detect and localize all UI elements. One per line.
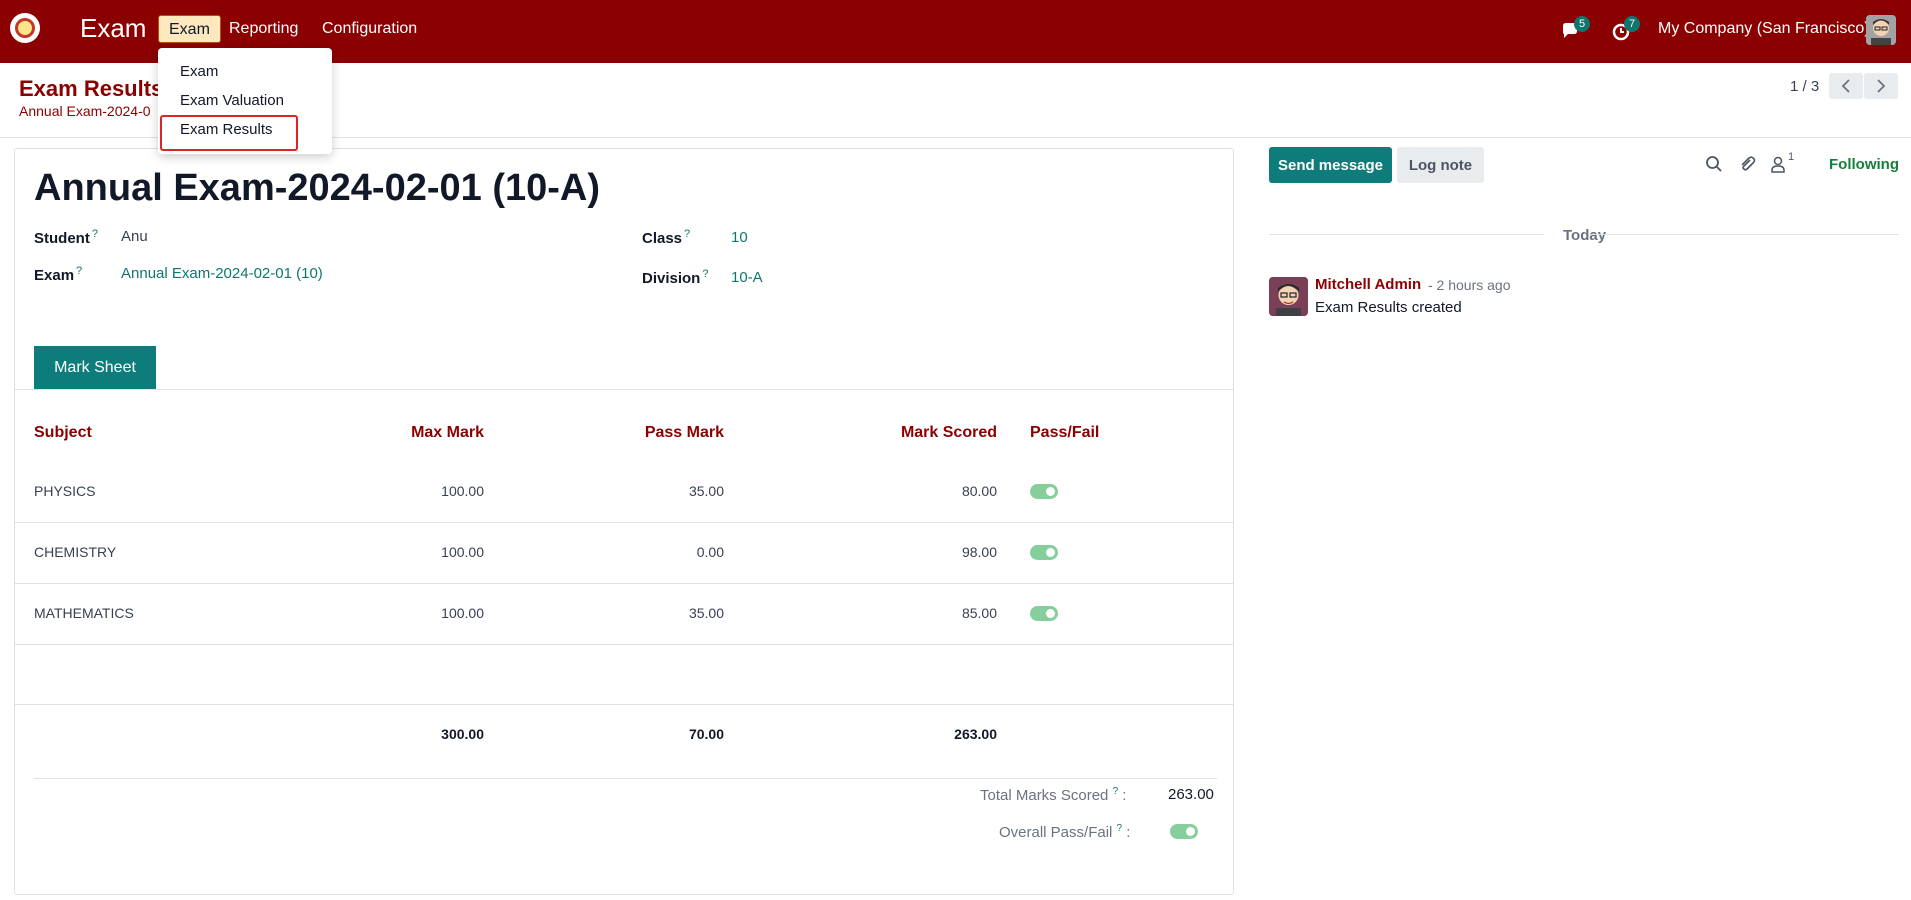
app-logo-icon[interactable] — [10, 13, 40, 43]
message-author[interactable]: Mitchell Admin — [1315, 276, 1421, 293]
menu-exam[interactable]: Exam — [158, 15, 221, 43]
row-divider — [15, 644, 1233, 645]
help-icon[interactable]: ? — [1117, 823, 1123, 834]
record-title: Annual Exam-2024-02-01 (10-A) — [34, 167, 600, 209]
date-separator: Today — [1563, 227, 1607, 244]
form-sheet: Annual Exam-2024-02-01 (10-A) Student? A… — [14, 148, 1234, 895]
row-divider — [15, 522, 1233, 523]
paperclip-icon[interactable] — [1738, 155, 1758, 175]
total-pass-mark: 70.00 — [688, 726, 724, 742]
message-time: - 2 hours ago — [1428, 277, 1511, 293]
chevron-left-icon — [1841, 79, 1850, 93]
messages-icon[interactable]: 5 — [1560, 16, 1590, 44]
column-header-subject[interactable]: Subject — [34, 424, 92, 442]
table-row-subject[interactable]: PHYSICS — [34, 483, 95, 499]
exam-menu-dropdown: Exam Exam Valuation Exam Results — [158, 48, 332, 154]
dropdown-item-exam-results[interactable]: Exam Results — [180, 121, 273, 138]
log-note-button[interactable]: Log note — [1397, 147, 1484, 183]
menu-reporting[interactable]: Reporting — [219, 15, 308, 43]
help-icon[interactable]: ? — [1113, 786, 1119, 797]
table-row-max-mark[interactable]: 100.00 — [312, 544, 484, 560]
pager-next-button[interactable] — [1864, 73, 1898, 99]
total-mark-scored: 263.00 — [954, 726, 997, 742]
help-icon[interactable]: ? — [92, 228, 98, 240]
following-button[interactable]: Following — [1829, 156, 1899, 173]
table-row-max-mark[interactable]: 100.00 — [312, 605, 484, 621]
row-divider — [15, 704, 1233, 705]
pass-fail-toggle[interactable] — [1030, 545, 1058, 560]
dropdown-item-exam-valuation[interactable]: Exam Valuation — [180, 92, 284, 109]
total-marks-scored-value: 263.00 — [1168, 786, 1214, 803]
send-message-button[interactable]: Send message — [1269, 147, 1392, 183]
column-header-max-mark[interactable]: Max Mark — [312, 424, 484, 442]
company-switcher[interactable]: My Company (San Francisco) — [1658, 20, 1870, 38]
search-icon[interactable] — [1705, 155, 1725, 175]
breadcrumb-record: Annual Exam-2024-0 — [19, 103, 151, 119]
division-label: Division? — [642, 268, 709, 287]
overall-pass-fail-toggle[interactable] — [1170, 824, 1198, 839]
overall-pass-fail-label: Overall Pass/Fail ? : — [999, 823, 1131, 841]
total-marks-scored-label: Total Marks Scored ? : — [980, 786, 1127, 804]
table-row-pass-mark[interactable]: 35.00 — [552, 483, 724, 499]
table-row-pass-mark[interactable]: 35.00 — [552, 605, 724, 621]
table-row-mark-scored[interactable]: 80.00 — [795, 483, 997, 499]
column-header-pass-mark[interactable]: Pass Mark — [552, 424, 724, 442]
followers-icon[interactable]: 1 — [1770, 151, 1794, 175]
row-divider — [15, 583, 1233, 584]
user-avatar[interactable] — [1866, 15, 1896, 45]
class-label: Class? — [642, 228, 691, 247]
help-icon[interactable]: ? — [702, 268, 708, 280]
pass-fail-toggle[interactable] — [1030, 606, 1058, 621]
date-separator-line — [1269, 234, 1544, 235]
table-row-max-mark[interactable]: 100.00 — [312, 483, 484, 499]
help-icon[interactable]: ? — [76, 265, 82, 277]
help-icon[interactable]: ? — [684, 228, 690, 240]
tab-mark-sheet[interactable]: Mark Sheet — [34, 346, 156, 389]
chevron-right-icon — [1877, 79, 1886, 93]
date-separator-line — [1590, 234, 1899, 235]
total-max-mark: 300.00 — [441, 726, 484, 742]
dropdown-item-exam[interactable]: Exam — [180, 63, 218, 80]
table-row-pass-mark[interactable]: 0.00 — [552, 544, 724, 560]
followers-count: 1 — [1788, 151, 1795, 163]
activities-icon[interactable]: 7 — [1610, 16, 1640, 44]
menu-configuration[interactable]: Configuration — [312, 15, 427, 43]
activities-badge: 7 — [1624, 16, 1640, 32]
table-row-mark-scored[interactable]: 98.00 — [795, 544, 997, 560]
class-field[interactable]: 10 — [731, 229, 748, 246]
tab-divider — [15, 389, 1233, 390]
message-body: Exam Results created — [1315, 299, 1462, 316]
messages-badge: 5 — [1574, 16, 1590, 32]
column-header-mark-scored[interactable]: Mark Scored — [795, 424, 997, 442]
column-header-pass-fail[interactable]: Pass/Fail — [1030, 424, 1099, 442]
summary-divider — [34, 778, 1217, 779]
pager-value[interactable]: 1 / 3 — [1790, 78, 1819, 95]
message-author-avatar[interactable] — [1269, 277, 1308, 316]
student-field[interactable]: Anu — [121, 228, 148, 245]
table-row-mark-scored[interactable]: 85.00 — [795, 605, 997, 621]
app-name[interactable]: Exam — [80, 13, 146, 44]
exam-field[interactable]: Annual Exam-2024-02-01 (10) — [121, 265, 323, 282]
table-row-subject[interactable]: MATHEMATICS — [34, 605, 134, 621]
pager-previous-button[interactable] — [1829, 73, 1863, 99]
student-label: Student? — [34, 228, 98, 247]
pass-fail-toggle[interactable] — [1030, 484, 1058, 499]
exam-label: Exam? — [34, 265, 83, 284]
table-row-subject[interactable]: CHEMISTRY — [34, 544, 116, 560]
division-field[interactable]: 10-A — [731, 269, 763, 286]
breadcrumb-title[interactable]: Exam Results — [19, 76, 163, 102]
